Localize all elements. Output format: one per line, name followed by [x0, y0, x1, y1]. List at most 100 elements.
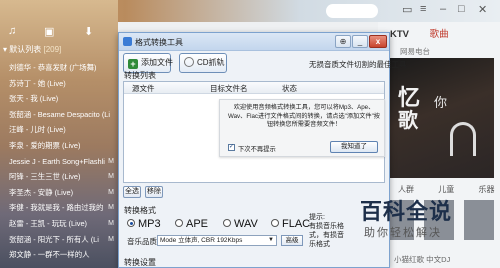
song-title: 李圣杰 - 安静 (Live) — [9, 187, 74, 197]
add-file-label: 添加文件 — [141, 58, 173, 67]
song-item[interactable]: 李健 - 我就是我 - 路由过我的 M — [0, 200, 118, 216]
song-title: 李健 - 我就是我 - 路由过我的 — [9, 203, 104, 213]
song-item[interactable]: Jessie J - Earth Song+Flashli M — [0, 154, 118, 170]
song-item[interactable]: 刘德华 - 恭喜发财 (广场舞) — [0, 60, 118, 76]
mv-icon[interactable]: M — [108, 200, 114, 216]
close-icon[interactable]: ✕ — [478, 3, 487, 16]
radio-flac[interactable] — [271, 219, 279, 227]
mv-icon[interactable]: M — [108, 185, 114, 201]
song-title: Jessie J - Earth Song+Flashli — [9, 156, 105, 166]
column-status[interactable]: 状态 — [282, 83, 297, 94]
search-box[interactable] — [326, 4, 378, 18]
song-title: 张韶涵 - 阳光下 - 所有人 (Li — [9, 234, 99, 244]
format-converter-dialog: 格式转换工具 ⊕ _ x + 添加文件 CD抓轨 无损音质文件切割的最佳工具 转换… — [118, 32, 407, 268]
format-ape-option[interactable]: APE — [175, 218, 208, 230]
format-wav-label: WAV — [234, 218, 258, 230]
cover-text-3: 你 — [434, 95, 448, 110]
song-title: 苏诗丁 - 她 (Live) — [9, 78, 66, 88]
settings-section-label: 转换设置 — [124, 258, 156, 267]
watermark: 百科全说 助你轻松解决 — [360, 194, 496, 264]
column-source[interactable]: 源文件 — [132, 83, 155, 94]
slogan-text: 无损音质文件切割的最佳工具 — [309, 60, 407, 69]
song-title: 李泉 - 爱的期票 (Live) — [9, 140, 81, 150]
song-item[interactable]: 张韶涵 - 阳光下 - 所有人 (Li M — [0, 232, 118, 248]
song-title: 张天 - 我 (Live) — [9, 94, 59, 104]
cd-rip-label: CD抓轨 — [197, 58, 225, 67]
cd-icon — [184, 57, 194, 67]
quality-label: 音乐品质 — [127, 237, 157, 246]
cd-rip-button[interactable]: CD抓轨 — [179, 53, 227, 73]
playlist-count: [209] — [43, 45, 62, 54]
tips-title: 提示: — [309, 214, 325, 221]
song-title: 阿锋 - 三生三世 (Live) — [9, 172, 81, 182]
format-mp3-option[interactable]: MP3 — [127, 218, 161, 230]
mv-icon[interactable]: M — [108, 154, 114, 170]
dialog-title-bar[interactable]: 格式转换工具 ⊕ _ x — [119, 33, 389, 51]
welcome-popup: 欢迎使用音频格式转换工具，您可以将Mp3、Ape、Wav、Flac进行文件格式间… — [219, 99, 385, 157]
recommend-tabs: KTV 歌曲 — [390, 26, 449, 40]
watermark-subtitle: 助你轻松解决 — [364, 227, 442, 239]
song-title: 张韶涵 - Besame Despacito (Li — [9, 109, 111, 119]
select-all-button[interactable]: 全选 — [123, 186, 141, 198]
left-tabs: ♫ ▣ ⬇ — [0, 22, 118, 42]
skin-icon[interactable]: ▭ — [402, 3, 412, 16]
advanced-button[interactable]: 高级 — [281, 235, 303, 246]
column-target[interactable]: 目标文件名 — [210, 83, 248, 94]
headphones-icon — [450, 122, 476, 156]
song-item[interactable]: 苏诗丁 - 她 (Live) — [0, 76, 118, 92]
menu-icon[interactable]: ≡ — [420, 3, 426, 15]
song-item[interactable]: 张韶涵 - Besame Despacito (Li — [0, 107, 118, 123]
mv-icon[interactable]: M — [108, 169, 114, 185]
playlist-title: 默认列表 — [9, 45, 42, 54]
got-it-button[interactable]: 我知道了 — [330, 141, 378, 153]
tips-text: 有损音乐格式，有损音乐格式 — [309, 223, 344, 248]
radio-ape[interactable] — [175, 219, 183, 227]
minimize-button[interactable]: _ — [352, 35, 368, 48]
mv-icon[interactable]: M — [108, 232, 114, 248]
format-wav-option[interactable]: WAV — [223, 218, 258, 230]
song-item[interactable]: 郑文静 - 一群不一样的人 — [0, 247, 118, 263]
app-icon — [123, 37, 132, 46]
dialog-toolbar: + 添加文件 CD抓轨 无损音质文件切割的最佳工具 — [123, 53, 407, 79]
cover-text-2: 歌 — [398, 110, 418, 132]
mv-icon[interactable]: M — [108, 216, 114, 232]
song-item[interactable]: 阿锋 - 三生三世 (Live) M — [0, 169, 118, 185]
song-item[interactable]: 李泉 - 爱的期票 (Live) — [0, 138, 118, 154]
tab-ktv[interactable]: KTV — [390, 29, 409, 40]
add-icon: + — [128, 59, 138, 69]
welcome-message: 欢迎使用音频格式转换工具，您可以将Mp3、Ape、Wav、Flac进行文件格式间… — [228, 104, 380, 129]
song-item[interactable]: 汪峰 - 儿时 (Live) — [0, 122, 118, 138]
song-item[interactable]: 张天 - 我 (Live) — [0, 91, 118, 107]
format-section-label: 转换格式 — [124, 206, 156, 215]
song-item[interactable]: 赵雷 - 王凯 - 玩玩 (Live) M — [0, 216, 118, 232]
playlist-header[interactable]: ▾ 默认列表 [209] — [0, 44, 118, 58]
dont-show-label[interactable]: 下次不再提示 — [238, 144, 276, 153]
conversion-list-label: 转换列表 — [124, 71, 156, 80]
tab-songs[interactable]: 歌曲 — [430, 29, 449, 40]
maximize-icon[interactable]: □ — [458, 3, 465, 15]
song-list: 刘德华 - 恭喜发财 (广场舞) 苏诗丁 - 她 (Live) 张天 - 我 (Li… — [0, 60, 118, 263]
download-tab-icon[interactable]: ⬇ — [84, 25, 93, 38]
music-tab-icon[interactable]: ♫ — [8, 25, 16, 37]
song-title: 汪峰 - 儿时 (Live) — [9, 125, 66, 135]
radio-wav[interactable] — [223, 219, 231, 227]
dialog-title: 格式转换工具 — [135, 38, 183, 47]
video-tab-icon[interactable]: ▣ — [44, 25, 54, 38]
watermark-title: 百科全说 — [360, 199, 453, 224]
quality-select[interactable]: Mode 立体声, CBR 192Kbps ▼ — [157, 235, 277, 246]
album-cover[interactable]: 忆 你 歌 — [384, 58, 494, 178]
close-button[interactable]: x — [369, 35, 387, 48]
song-title: 赵雷 - 王凯 - 玩玩 (Live) — [9, 218, 88, 228]
table-header: 源文件 目标文件名 状态 — [124, 82, 384, 94]
format-flac-option[interactable]: FLAC — [271, 218, 310, 230]
pin-button[interactable]: ⊕ — [335, 35, 351, 48]
quality-value: Mode 立体声, CBR 192Kbps — [160, 237, 243, 244]
remove-button[interactable]: 移除 — [145, 186, 163, 198]
song-item[interactable]: 李圣杰 - 安静 (Live) M — [0, 185, 118, 201]
song-title: 刘德华 - 恭喜发财 (广场舞) — [9, 63, 97, 72]
radio-mp3[interactable] — [127, 219, 135, 227]
format-flac-label: FLAC — [282, 218, 311, 230]
dont-show-checkbox[interactable]: ✓ — [228, 144, 235, 151]
song-title: 郑文静 - 一群不一样的人 — [9, 250, 90, 260]
minimize-icon[interactable]: – — [440, 3, 446, 15]
